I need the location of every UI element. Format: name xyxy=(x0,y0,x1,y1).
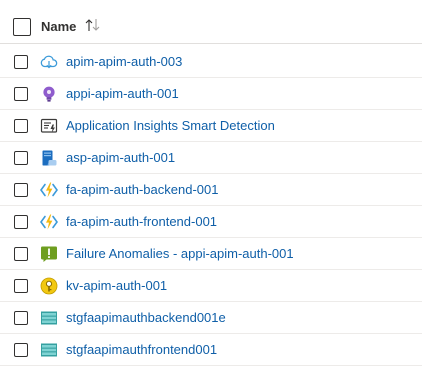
resource-name-link[interactable]: fa-apim-auth-frontend-001 xyxy=(66,214,217,229)
resource-name-link[interactable]: kv-apim-auth-001 xyxy=(66,278,167,293)
function-app-icon xyxy=(40,182,58,198)
list-item[interactable]: fa-apim-auth-frontend-001 xyxy=(0,206,422,238)
list-item[interactable]: fa-apim-auth-backend-001 xyxy=(0,174,422,206)
action-group-icon xyxy=(40,118,58,133)
alert-rule-icon xyxy=(41,246,57,262)
list-item[interactable]: stgfaapimauthfrontend001 xyxy=(0,334,422,366)
list-item[interactable]: apim-apim-auth-003 xyxy=(0,46,422,78)
key-vault-icon xyxy=(40,277,58,295)
list-header: Name xyxy=(0,10,422,44)
storage-account-icon xyxy=(41,311,57,325)
storage-account-icon xyxy=(41,343,57,357)
row-checkbox[interactable] xyxy=(14,279,28,293)
list-item[interactable]: kv-apim-auth-001 xyxy=(0,270,422,302)
list-item[interactable]: stgfaapimauthbackend001e xyxy=(0,302,422,334)
row-checkbox[interactable] xyxy=(14,343,28,357)
sort-ascending-icon[interactable] xyxy=(84,17,102,33)
row-checkbox[interactable] xyxy=(14,183,28,197)
select-all-checkbox[interactable] xyxy=(13,18,31,36)
application-insights-bulb-icon xyxy=(43,86,55,102)
resource-name-link[interactable]: asp-apim-auth-001 xyxy=(66,150,175,165)
resource-name-link[interactable]: Application Insights Smart Detection xyxy=(66,118,275,133)
app-service-plan-icon xyxy=(42,150,57,166)
resource-name-link[interactable]: appi-apim-auth-001 xyxy=(66,86,179,101)
row-checkbox[interactable] xyxy=(14,119,28,133)
row-checkbox[interactable] xyxy=(14,247,28,261)
resource-name-link[interactable]: stgfaapimauthfrontend001 xyxy=(66,342,217,357)
resource-list: Name apim-apim-auth-003 appi-apim-auth-0… xyxy=(0,0,422,367)
resource-name-link[interactable]: Failure Anomalies - appi-apim-auth-001 xyxy=(66,246,294,261)
list-item[interactable]: appi-apim-auth-001 xyxy=(0,78,422,110)
row-checkbox[interactable] xyxy=(14,311,28,325)
resource-name-link[interactable]: fa-apim-auth-backend-001 xyxy=(66,182,218,197)
api-management-cloud-icon xyxy=(40,55,58,69)
resource-name-link[interactable]: stgfaapimauthbackend001e xyxy=(66,310,226,325)
row-checkbox[interactable] xyxy=(14,151,28,165)
list-item[interactable]: asp-apim-auth-001 xyxy=(0,142,422,174)
list-item[interactable]: Failure Anomalies - appi-apim-auth-001 xyxy=(0,238,422,270)
function-app-icon xyxy=(40,214,58,230)
row-checkbox[interactable] xyxy=(14,87,28,101)
row-checkbox[interactable] xyxy=(14,215,28,229)
list-item[interactable]: Application Insights Smart Detection xyxy=(0,110,422,142)
name-column-header[interactable]: Name xyxy=(41,19,76,34)
row-checkbox[interactable] xyxy=(14,55,28,69)
resource-name-link[interactable]: apim-apim-auth-003 xyxy=(66,54,182,69)
